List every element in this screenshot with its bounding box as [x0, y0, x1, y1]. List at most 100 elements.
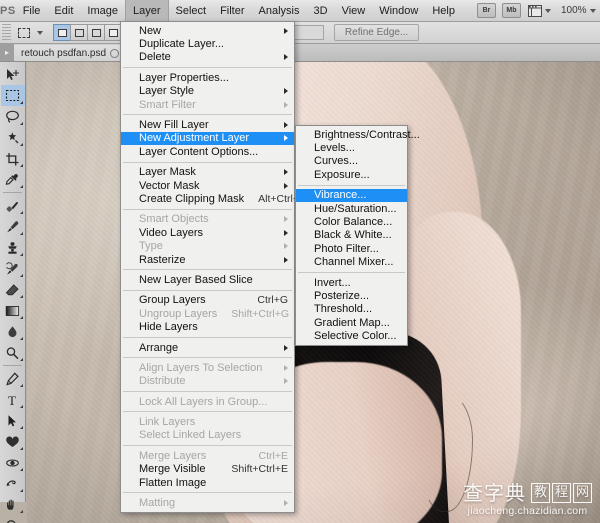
brush-tool[interactable] [1, 216, 25, 237]
view-extras-icon[interactable] [527, 3, 542, 18]
new-adjustment-layer-submenu[interactable]: Brightness/Contrast... Levels... Curves...… [295, 125, 420, 346]
layer-menu-item-label: Link Layers [139, 416, 196, 429]
adjustment-submenu-item-vibrance[interactable]: Vibrance... [296, 188, 407, 202]
adjustment-submenu-item-selective-color[interactable]: Selective Color... [296, 329, 407, 342]
layer-menu-item-label: Layer Properties... [139, 71, 229, 84]
menu-image[interactable]: Image [80, 0, 125, 22]
adjustment-submenu-item-channel-mixer[interactable]: Channel Mixer... [296, 256, 407, 269]
refine-edge-button[interactable]: Refine Edge... [333, 24, 420, 41]
layer-menu-item-merge-visible[interactable]: Merge Visible Shift+Ctrl+E [121, 463, 294, 476]
adjustment-submenu-item-brightness-contrast[interactable]: Brightness/Contrast... [296, 128, 420, 141]
layer-menu-dropdown[interactable]: New Duplicate Layer... Delete Layer Propert… [120, 21, 307, 513]
zoom-tool[interactable] [1, 515, 25, 523]
3d-camera-rotate-tool[interactable] [1, 473, 25, 494]
eraser-tool[interactable] [1, 279, 25, 300]
options-bar[interactable]: Fe Width: ⇄ Height: Refine Edge... [0, 22, 600, 44]
layer-menu-item-vector-mask[interactable]: Vector Mask [121, 179, 294, 192]
clone-stamp-tool[interactable] [1, 237, 25, 258]
pen-tool[interactable] [1, 368, 25, 389]
adjustment-submenu-item-hue-saturation[interactable]: Hue/Saturation... [296, 202, 407, 215]
menu-analysis[interactable]: Analysis [252, 0, 307, 22]
add-to-selection-button[interactable] [70, 24, 88, 41]
lasso-tool[interactable] [1, 106, 25, 127]
layer-menu-item-create-clipping-mask[interactable]: Create Clipping Mask Alt+Ctrl+G [121, 192, 307, 205]
crop-tool[interactable] [1, 148, 25, 169]
adjustment-submenu-item-levels[interactable]: Levels... [296, 141, 407, 154]
menu-edit[interactable]: Edit [47, 0, 80, 22]
tool-flyout-indicator [19, 405, 23, 408]
gradient-tool[interactable] [1, 300, 25, 321]
quick-selection-tool[interactable] [1, 127, 25, 148]
adjustment-submenu-item-gradient-map[interactable]: Gradient Map... [296, 316, 407, 329]
layer-menu-item-flatten-image[interactable]: Flatten Image [121, 476, 294, 489]
adjustment-submenu-item-exposure[interactable]: Exposure... [296, 168, 407, 181]
document-tab-bar[interactable]: ▸ retouch psdfan.psd d-2 @ 66.3% (RGB/8)… [0, 44, 600, 62]
menu-select[interactable]: Select [169, 0, 214, 22]
chevron-down-icon[interactable] [589, 8, 596, 13]
chevron-down-icon[interactable] [544, 8, 551, 13]
layer-menu-item-layer-style[interactable]: Layer Style [121, 85, 294, 98]
chevron-down-icon[interactable] [37, 30, 43, 35]
new-selection-button[interactable] [53, 24, 71, 41]
menu-view[interactable]: View [335, 0, 373, 22]
close-icon[interactable] [110, 48, 120, 58]
adjustment-submenu-item-color-balance[interactable]: Color Balance... [296, 215, 407, 228]
adjustment-submenu-item-invert[interactable]: Invert... [296, 276, 407, 289]
layer-menu-item-new-adjustment-layer[interactable]: New Adjustment Layer [121, 131, 294, 146]
dodge-tool[interactable] [1, 342, 25, 363]
menu-window[interactable]: Window [372, 0, 425, 22]
adjustment-submenu-item-posterize[interactable]: Posterize... [296, 289, 407, 302]
hand-tool[interactable] [1, 494, 25, 515]
tabbar-grip[interactable]: ▸ [0, 44, 14, 61]
menu-filter[interactable]: Filter [213, 0, 251, 22]
menu-layer[interactable]: Layer [124, 0, 169, 22]
document-tab-1[interactable]: retouch psdfan.psd [14, 44, 128, 61]
menu-help[interactable]: Help [425, 0, 462, 22]
menu-file[interactable]: File [16, 0, 48, 22]
layer-menu-item-shortcut: Ctrl+G [257, 294, 288, 307]
layer-menu-item-video-layers[interactable]: Video Layers [121, 226, 294, 239]
adjustment-submenu-item-label: Color Balance... [314, 216, 393, 229]
adjustment-submenu-item-threshold[interactable]: Threshold... [296, 303, 407, 316]
bridge-icon[interactable]: Br [476, 3, 496, 18]
layer-menu-item-layer-properties[interactable]: Layer Properties... [121, 71, 294, 84]
subtract-from-selection-button[interactable] [87, 24, 105, 41]
eyedropper-tool[interactable] [1, 169, 25, 190]
rectangular-marquee-tool[interactable] [0, 85, 25, 106]
layer-menu-item-new[interactable]: New [121, 24, 294, 37]
adjustment-submenu-item-black-white[interactable]: Black & White... [296, 229, 407, 242]
submenu-arrow-icon [284, 229, 288, 236]
zoom-level-label[interactable]: 100% [561, 5, 587, 16]
layer-menu-item-layer-mask[interactable]: Layer Mask [121, 166, 294, 179]
layer-menu-item-duplicate-layer[interactable]: Duplicate Layer... [121, 37, 294, 50]
custom-shape-tool[interactable] [1, 431, 25, 452]
tool-preset-picker[interactable] [14, 24, 34, 42]
tools-panel[interactable]: T ⬓ ↰ [0, 62, 26, 523]
layer-menu-item-new-layer-based-slice[interactable]: New Layer Based Slice [121, 273, 294, 286]
history-brush-tool[interactable] [1, 258, 25, 279]
type-tool[interactable]: T [1, 389, 25, 410]
adjustment-submenu-item-curves[interactable]: Curves... [296, 155, 407, 168]
options-bar-grip[interactable] [2, 23, 11, 42]
adjustment-submenu-item-photo-filter[interactable]: Photo Filter... [296, 242, 407, 255]
spot-healing-brush-tool[interactable] [1, 195, 25, 216]
layer-menu-item-label: New [139, 24, 162, 37]
layer-menu-item-group-layers[interactable]: Group Layers Ctrl+G [121, 294, 294, 307]
adjustment-submenu-item-label: Hue/Saturation... [314, 202, 397, 215]
menu-bar[interactable]: PS File Edit Image Layer Select Filter A… [0, 0, 600, 22]
layer-menu-item-rasterize[interactable]: Rasterize [121, 253, 294, 266]
3d-object-rotate-tool[interactable] [1, 452, 25, 473]
layer-menu-item-new-fill-layer[interactable]: New Fill Layer [121, 118, 294, 131]
blur-tool[interactable] [1, 321, 25, 342]
layer-menu-item-layer-content-options[interactable]: Layer Content Options... [121, 145, 294, 158]
move-tool[interactable] [1, 64, 25, 85]
layer-menu-item-delete[interactable]: Delete [121, 51, 294, 64]
selection-mode-group[interactable] [53, 24, 122, 41]
layer-menu-item-arrange[interactable]: Arrange [121, 341, 294, 354]
layer-menu-item-hide-layers[interactable]: Hide Layers [121, 320, 294, 333]
menu-3d[interactable]: 3D [307, 0, 335, 22]
path-selection-tool[interactable] [1, 410, 25, 431]
mini-bridge-icon[interactable]: Mb [501, 3, 521, 18]
layer-menu-item-link-layers: Link Layers [121, 415, 294, 428]
layer-menu-item-label: Merge Visible [139, 463, 206, 476]
